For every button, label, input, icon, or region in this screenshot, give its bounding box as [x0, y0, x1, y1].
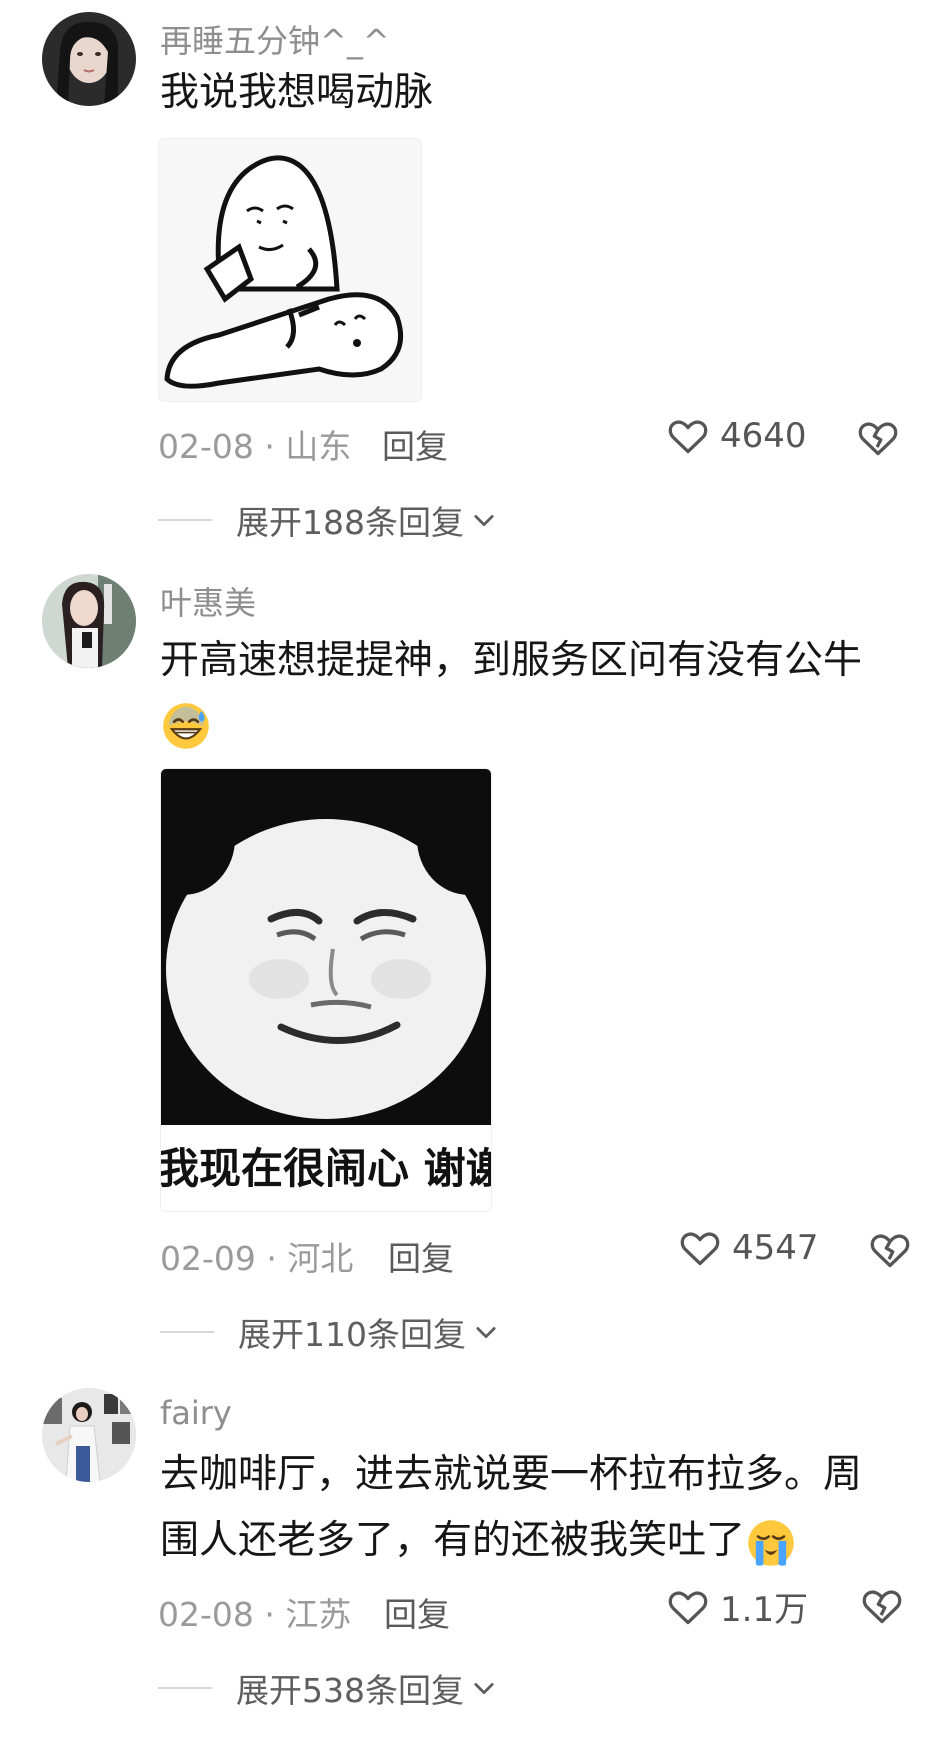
reply-button[interactable]: 回复 — [382, 420, 448, 468]
username[interactable]: 再睡五分钟^_^ — [160, 16, 390, 62]
like-button[interactable]: 1.1万 — [666, 1582, 808, 1631]
username[interactable]: fairy — [160, 1394, 232, 1432]
broken-heart-icon[interactable] — [856, 416, 900, 460]
grinning-sweat-emoji — [163, 703, 209, 749]
loudly-crying-emoji — [748, 1519, 794, 1566]
expand-replies-label: 展开110条回复 — [238, 1315, 466, 1354]
avatar[interactable] — [42, 1388, 136, 1482]
comment-text: 开高速想提提神，到服务区问有没有公牛 — [160, 638, 863, 683]
reply-button[interactable]: 回复 — [384, 1588, 450, 1636]
comment-text: 去咖啡厅，进去就说要一杯拉布拉多。周 围人还老多了，有的还被我笑吐了 — [160, 1442, 900, 1574]
comment-text-segment: 围人还老多了，有的还被我笑吐了 — [160, 1518, 746, 1563]
heart-outline-icon — [668, 420, 708, 454]
date-location: 02-08 · 江苏 — [158, 1595, 352, 1634]
panda-meme-image: 我现在很闹心 谢谢 — [161, 769, 491, 1211]
comment-text-line: 去咖啡厅，进去就说要一杯拉布拉多。周 — [160, 1452, 863, 1497]
comment-text: 我说我想喝动脉 — [160, 70, 434, 115]
reply-button[interactable]: 回复 — [388, 1232, 454, 1280]
chevron-down-icon — [474, 515, 494, 527]
like-count: 1.1万 — [720, 1590, 809, 1630]
divider-line — [158, 519, 212, 521]
like-count: 4547 — [732, 1228, 819, 1268]
like-count: 4640 — [720, 416, 807, 456]
chevron-down-icon — [476, 1327, 496, 1339]
sticker-caption: 我现在很闹心 谢谢 — [161, 1144, 491, 1193]
sticker-image[interactable]: 我现在很闹心 谢谢 — [160, 768, 492, 1212]
date-location: 02-08 · 山东 — [158, 427, 352, 466]
sticker-image[interactable] — [158, 138, 422, 402]
avatar-image — [42, 574, 136, 668]
divider-line — [158, 1687, 212, 1689]
expand-replies-button[interactable]: 展开188条回复 — [158, 496, 498, 544]
avatar-image — [42, 1388, 136, 1482]
expand-replies-button[interactable]: 展开110条回复 — [160, 1308, 500, 1356]
expand-replies-button[interactable]: 展开538条回复 — [158, 1664, 498, 1712]
avatar-image — [42, 12, 136, 106]
like-button[interactable]: 4640 — [666, 414, 807, 458]
broken-heart-icon[interactable] — [860, 1584, 904, 1628]
username[interactable]: 叶惠美 — [160, 578, 256, 624]
chevron-down-icon — [474, 1683, 494, 1695]
date-location: 02-09 · 河北 — [160, 1239, 354, 1278]
expand-replies-label: 展开188条回复 — [236, 503, 464, 542]
like-button[interactable]: 4547 — [678, 1226, 819, 1270]
avatar[interactable] — [42, 12, 136, 106]
avatar[interactable] — [42, 574, 136, 668]
heart-outline-icon — [680, 1232, 720, 1266]
heart-outline-icon — [668, 1590, 708, 1624]
divider-line — [160, 1331, 214, 1333]
broken-heart-icon[interactable] — [868, 1228, 912, 1272]
comment-text-line: 围人还老多了，有的还被我笑吐了 — [160, 1508, 900, 1574]
meme-drawing-image — [159, 139, 421, 401]
expand-replies-label: 展开538条回复 — [236, 1671, 464, 1710]
